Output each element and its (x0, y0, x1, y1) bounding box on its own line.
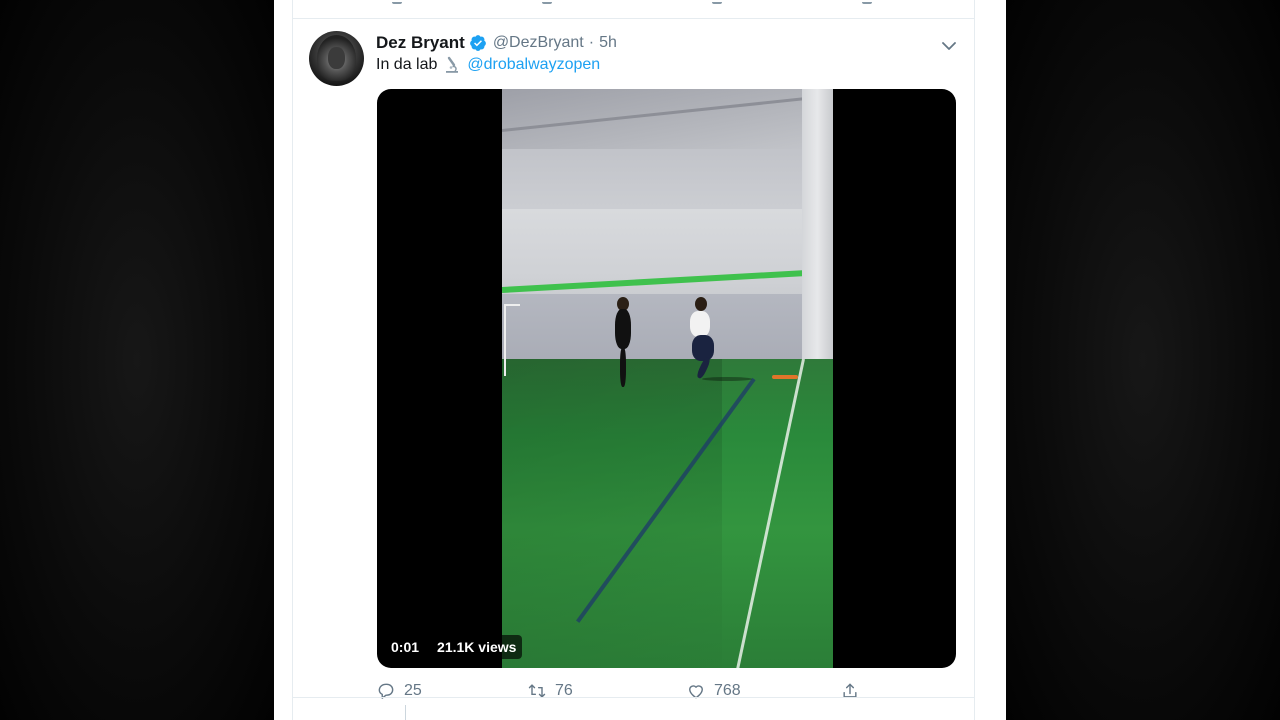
separator-dot: · (588, 34, 595, 51)
previous-like-icon[interactable] (712, 0, 722, 4)
share-icon (843, 683, 857, 698)
heart-icon (689, 685, 703, 699)
video-badges: 0:01 21.1K views (385, 635, 523, 659)
previous-reply-icon[interactable] (392, 0, 402, 4)
avatar-face (328, 47, 345, 69)
right-backdrop (1006, 0, 1280, 720)
tweet-bottom-border (292, 697, 975, 698)
avatar[interactable] (309, 31, 364, 86)
mention-link[interactable]: @drobalwayzopen (467, 56, 600, 74)
reply-icon (378, 683, 394, 699)
video-player[interactable]: 0:01 21.1K views (377, 89, 956, 668)
left-backdrop (0, 0, 274, 720)
previous-tweet-actions (292, 0, 975, 6)
video-views-badge: 21.1K views (431, 635, 523, 659)
like-button[interactable]: 768 (686, 681, 741, 701)
video-player-one-body (615, 309, 631, 349)
retweet-icon (528, 684, 546, 698)
retweet-button[interactable]: 76 (527, 681, 573, 701)
video-player-two-body (690, 311, 710, 337)
video-ceiling (502, 89, 833, 149)
previous-retweet-icon[interactable] (542, 0, 552, 4)
share-button[interactable] (840, 681, 868, 701)
timeline-border-left (292, 0, 293, 720)
tweet-text: In da lab @drobalwayzopen (376, 56, 600, 74)
microscope-icon (443, 56, 461, 74)
video-player-two-legs (692, 335, 714, 361)
video-goal (504, 304, 520, 376)
video-elapsed-badge: 0:01 (385, 635, 426, 659)
verified-badge-icon (469, 34, 487, 52)
display-name[interactable]: Dez Bryant (376, 33, 465, 53)
video-frame (502, 89, 833, 668)
timeline-border-right (974, 0, 975, 720)
video-player-two-head (695, 297, 707, 311)
handle[interactable]: @DezBryant (493, 34, 584, 52)
tweet-actions: 25 76 768 (376, 681, 876, 705)
tweet-panel: Dez Bryant @DezBryant · 5h In da lab @dr… (274, 0, 1006, 720)
video-player-one-leg (620, 347, 626, 387)
previous-tweet-edge (292, 0, 975, 19)
tweet-text-content: In da lab (376, 56, 438, 73)
video-turf-shade (502, 359, 722, 668)
video-pillar (802, 89, 833, 379)
chevron-down-icon[interactable] (942, 38, 956, 50)
reply-button[interactable]: 25 (376, 681, 422, 701)
timestamp[interactable]: 5h (599, 34, 617, 52)
video-cone (772, 375, 798, 379)
video-shadow (702, 377, 752, 381)
next-tweet-edge (405, 705, 406, 720)
previous-share-icon[interactable] (862, 0, 872, 4)
tweet-header: Dez Bryant @DezBryant · 5h (376, 32, 617, 54)
